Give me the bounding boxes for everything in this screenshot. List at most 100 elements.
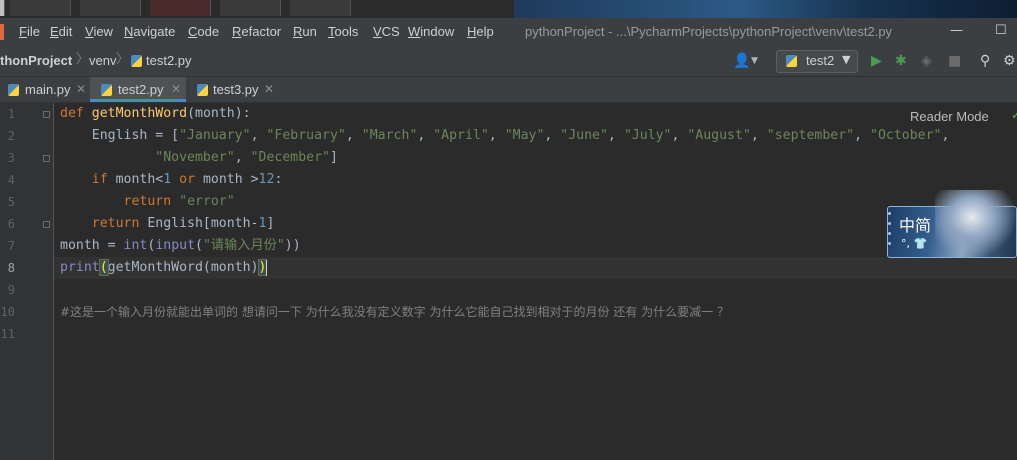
stop-icon[interactable]: ■ bbox=[948, 52, 961, 70]
keyword: def bbox=[60, 106, 84, 121]
line-number: 5 bbox=[7, 195, 15, 209]
menu-help[interactable]: Help bbox=[467, 24, 494, 40]
python-file-icon bbox=[8, 84, 19, 96]
code-text: month = bbox=[60, 238, 124, 253]
chevron-down-icon[interactable]: ▼ bbox=[751, 52, 758, 70]
browser-tab[interactable] bbox=[150, 0, 211, 16]
ime-mode-label[interactable]: 中简 bbox=[899, 217, 931, 235]
line-number-gutter[interactable]: 1 2 3 4 5 6 7 8 9 10 11 bbox=[0, 103, 54, 460]
number: 1 bbox=[163, 172, 172, 187]
coverage-icon[interactable]: ◈ bbox=[921, 52, 932, 70]
menu-run[interactable]: Run bbox=[293, 24, 317, 40]
code-line-7: month = int(input("请输入月份")) bbox=[60, 235, 301, 257]
ime-skin-figure bbox=[935, 190, 1017, 258]
menu-code[interactable]: Code bbox=[188, 24, 219, 40]
comment: #这是一个输入月份就能出单词的 想请问一下 为什么我没有定义数字 为什么它能自己… bbox=[60, 305, 729, 319]
string: "October" bbox=[870, 128, 942, 143]
browser-tab[interactable] bbox=[0, 0, 5, 16]
keyword: return bbox=[123, 194, 172, 209]
tab-label: main.py bbox=[25, 82, 71, 97]
breadcrumb-file[interactable]: test2.py bbox=[146, 53, 192, 69]
keyword: if bbox=[91, 172, 108, 187]
line-number: 7 bbox=[7, 239, 15, 253]
close-icon[interactable]: ✕ bbox=[76, 81, 86, 97]
breadcrumb-separator: 〉 bbox=[76, 52, 90, 67]
string: "April" bbox=[433, 128, 489, 143]
run-config-label: test2 bbox=[806, 53, 835, 68]
checkmark-icon[interactable]: ✓ bbox=[1011, 107, 1017, 123]
close-icon[interactable]: ✕ bbox=[264, 81, 274, 97]
reader-mode-button[interactable]: Reader Mode bbox=[910, 109, 989, 125]
line-number: 9 bbox=[7, 283, 15, 297]
ime-options-icon[interactable]: °, 👕 bbox=[901, 237, 927, 251]
menu-window[interactable]: Window bbox=[408, 24, 454, 40]
ime-handle-dot bbox=[888, 232, 891, 235]
browser-tab[interactable] bbox=[220, 0, 281, 16]
browser-tab[interactable] bbox=[290, 0, 351, 16]
line-number: 2 bbox=[7, 129, 15, 143]
menu-tools[interactable]: Tools bbox=[328, 24, 358, 40]
string: "June" bbox=[560, 128, 608, 143]
browser-tab[interactable] bbox=[80, 0, 141, 16]
menu-navigate[interactable]: Navigate bbox=[124, 24, 175, 40]
line-number-current: 8 bbox=[7, 261, 15, 275]
search-icon[interactable]: ⚲ bbox=[980, 52, 990, 70]
breadcrumb-folder[interactable]: venv bbox=[89, 53, 116, 69]
settings-icon[interactable]: ⚙ bbox=[1003, 52, 1016, 70]
builtin: int bbox=[123, 238, 148, 253]
fold-marker-icon[interactable] bbox=[43, 111, 50, 118]
code-line-10: #这是一个输入月份就能出单词的 想请问一下 为什么我没有定义数字 为什么它能自己… bbox=[60, 301, 729, 324]
python-config-icon bbox=[786, 55, 797, 67]
menu-vcs[interactable]: VCS bbox=[373, 24, 400, 40]
keyword: or bbox=[171, 172, 196, 187]
python-file-icon bbox=[197, 84, 208, 96]
tab-label: test2.py bbox=[118, 82, 164, 97]
string: "August" bbox=[687, 128, 751, 143]
code-line-5: return "error" bbox=[60, 191, 235, 213]
debug-icon[interactable]: ✱ bbox=[895, 52, 907, 70]
keyword: return bbox=[91, 216, 140, 231]
menu-view[interactable]: View bbox=[85, 24, 113, 40]
desktop-wallpaper bbox=[514, 0, 1017, 18]
line-number: 10 bbox=[0, 305, 15, 319]
code-text: )) bbox=[284, 238, 301, 253]
string: "请输入月份" bbox=[202, 238, 285, 253]
browser-tab[interactable] bbox=[10, 0, 71, 16]
close-icon[interactable]: ✕ bbox=[171, 81, 181, 97]
code-line-8: print(getMonthWord(month)) bbox=[60, 257, 268, 279]
minimize-button[interactable]: — bbox=[950, 22, 963, 40]
string: "error" bbox=[179, 194, 235, 209]
ime-handle-dot bbox=[888, 222, 891, 225]
fold-marker-icon[interactable] bbox=[43, 221, 50, 228]
string: "December" bbox=[250, 150, 330, 165]
text-cursor bbox=[266, 260, 267, 276]
number: 12 bbox=[258, 172, 275, 187]
browser-tab-strip bbox=[0, 0, 514, 18]
fold-marker-icon[interactable] bbox=[43, 155, 50, 162]
line-number: 1 bbox=[7, 107, 15, 121]
user-icon[interactable]: 👤 bbox=[733, 52, 750, 70]
run-icon[interactable]: ▶ bbox=[871, 52, 882, 70]
code-text: English = [ bbox=[60, 128, 180, 143]
code-text: ] bbox=[266, 216, 275, 231]
breadcrumb-project[interactable]: thonProject bbox=[0, 53, 72, 69]
code-text: getMonthWord(month) bbox=[107, 260, 259, 275]
code-text: month > bbox=[195, 172, 259, 187]
python-file-icon bbox=[101, 84, 112, 96]
ime-handle-dot bbox=[888, 212, 891, 215]
string: "May" bbox=[504, 128, 545, 143]
function-name: getMonthWord bbox=[91, 106, 188, 121]
python-file-icon bbox=[131, 55, 142, 67]
code-line-1: def getMonthWord(month): bbox=[60, 103, 251, 125]
builtin: print bbox=[60, 260, 100, 275]
breadcrumb-separator: 〉 bbox=[116, 52, 130, 67]
menu-file[interactable]: File bbox=[19, 24, 40, 40]
string: "January" bbox=[179, 128, 251, 143]
menu-refactor[interactable]: Refactor bbox=[232, 24, 281, 40]
code-line-4: if month<1 or month >12: bbox=[60, 169, 283, 191]
maximize-button[interactable]: ☐ bbox=[995, 22, 1007, 40]
matched-brace: ( bbox=[98, 259, 109, 276]
menu-edit[interactable]: Edit bbox=[50, 24, 72, 40]
tab-label: test3.py bbox=[213, 82, 259, 97]
string: "March" bbox=[361, 128, 418, 143]
